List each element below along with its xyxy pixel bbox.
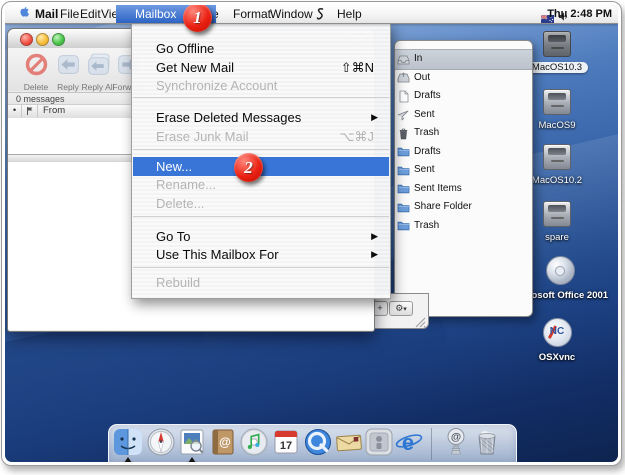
- svg-text:@: @: [219, 435, 231, 449]
- drawer-item-folder-drafts[interactable]: Drafts: [395, 143, 532, 162]
- apple-menu[interactable]: [17, 7, 30, 25]
- delete-icon: [24, 52, 49, 77]
- menu-bar: Mail File Edit View Message Mailbox Form…: [5, 5, 618, 24]
- folder-icon: [397, 145, 410, 158]
- dock-internet-explorer-icon[interactable]: e: [394, 427, 424, 457]
- page-icon: [397, 90, 410, 103]
- menu-bar-clock[interactable]: Thu 2:48 PM: [547, 5, 612, 23]
- menu-edit[interactable]: Edit: [80, 5, 101, 23]
- menu-format[interactable]: Format: [233, 5, 271, 23]
- reply-all-icon: [86, 52, 111, 77]
- sent-icon: [397, 108, 410, 121]
- hard-drive-icon: [543, 89, 571, 115]
- dock-address-book-icon[interactable]: @: [208, 427, 238, 457]
- dock-itunes-icon[interactable]: [239, 427, 269, 457]
- hard-drive-icon: [543, 144, 571, 170]
- drawer-item-sent[interactable]: Sent: [395, 106, 532, 125]
- folder-icon: [397, 182, 410, 195]
- folder-icon: [397, 219, 410, 232]
- close-button[interactable]: [20, 33, 33, 46]
- shortcut-get-new-mail: ⇧⌘N: [341, 58, 374, 77]
- menu-item-synchronize-account[interactable]: Synchronize Account: [133, 76, 389, 95]
- desktop: Delete Reply Reply All Forward 0 message…: [5, 5, 618, 462]
- shortcut-erase-junk-mail: ⌥⌘J: [340, 127, 374, 146]
- menu-file[interactable]: File: [60, 5, 79, 23]
- mailbox-drawer: In Out Drafts Sent Trash Drafts Sent Se: [394, 40, 533, 317]
- menu-item-rebuild[interactable]: Rebuild: [133, 273, 389, 292]
- dock-finder-icon[interactable]: [113, 427, 143, 457]
- reply-icon: [56, 52, 81, 77]
- caret-down-icon: ▾: [403, 306, 407, 313]
- drawer-item-folder-trash[interactable]: Trash: [395, 217, 532, 236]
- vnc-icon: NC: [543, 318, 572, 347]
- drawer-item-out[interactable]: Out: [395, 69, 532, 88]
- dock-separator: [431, 428, 432, 460]
- outbox-icon: [397, 71, 410, 84]
- drawer-item-drafts[interactable]: Drafts: [395, 87, 532, 106]
- drawer-item-trash[interactable]: Trash: [395, 124, 532, 143]
- dock-safari-icon[interactable]: [146, 427, 176, 457]
- cd-icon: [546, 256, 575, 285]
- dock-trash-icon[interactable]: [472, 427, 502, 457]
- menu-item-erase-junk-mail[interactable]: Erase Junk Mail⌥⌘J: [133, 127, 389, 146]
- hard-drive-icon: [543, 31, 571, 57]
- menu-item-get-new-mail[interactable]: Get New Mail⇧⌘N: [133, 58, 389, 77]
- zoom-button[interactable]: [52, 33, 65, 46]
- trash-icon: [397, 127, 410, 140]
- svg-text:@: @: [451, 431, 461, 443]
- hard-drive-icon: [543, 201, 571, 227]
- menu-separator: [133, 267, 389, 268]
- menu-mail[interactable]: Mail: [35, 5, 58, 23]
- folder-icon: [397, 164, 410, 177]
- menu-separator: [133, 216, 389, 217]
- menu-item-delete[interactable]: Delete...: [133, 194, 389, 213]
- running-indicator-icon: [124, 457, 132, 462]
- svg-text:e: e: [402, 430, 414, 455]
- column-read-dot[interactable]: •: [8, 105, 22, 118]
- dock-at-stand-icon[interactable]: @: [441, 427, 471, 457]
- inbox-icon: [397, 53, 410, 66]
- menu-item-use-this-mailbox-for[interactable]: Use This Mailbox For▶: [133, 245, 389, 264]
- menu-separator: [133, 97, 389, 98]
- drawer-item-folder-sent[interactable]: Sent: [395, 161, 532, 180]
- dock-mail-icon[interactable]: [334, 427, 364, 457]
- menu-item-go-to[interactable]: Go To▶: [133, 227, 389, 246]
- running-indicator-icon: [188, 457, 196, 462]
- dock-ical-icon[interactable]: 17: [271, 427, 301, 457]
- drawer-item-sent-items[interactable]: Sent Items: [395, 180, 532, 199]
- dock: @ 17 e @: [108, 424, 517, 462]
- submenu-arrow-icon: ▶: [371, 108, 378, 127]
- drawer-item-in[interactable]: In: [395, 49, 532, 70]
- menu-window[interactable]: Window: [270, 5, 313, 23]
- menu-item-erase-deleted-messages[interactable]: Erase Deleted Messages▶: [133, 108, 389, 127]
- menu-help[interactable]: Help: [337, 5, 362, 23]
- minimize-button[interactable]: [36, 33, 49, 46]
- folder-icon: [397, 201, 410, 214]
- desktop-icon-osxvnc[interactable]: NC OSXvnc: [512, 318, 602, 365]
- menu-separator: [133, 149, 389, 150]
- resize-grip-icon[interactable]: [415, 315, 426, 326]
- script-menu-icon[interactable]: [315, 7, 325, 25]
- dock-system-preferences-icon[interactable]: [364, 427, 394, 457]
- menu-item-rename[interactable]: Rename...: [133, 175, 389, 194]
- mailbox-action-button[interactable]: ⚙▾: [389, 301, 413, 316]
- submenu-arrow-icon: ▶: [371, 245, 378, 264]
- menu-item-go-offline[interactable]: Go Offline: [133, 39, 389, 58]
- column-flag[interactable]: [22, 105, 38, 118]
- submenu-arrow-icon: ▶: [371, 227, 378, 246]
- annotation-badge-2: 2: [234, 153, 263, 182]
- dock-preview-icon[interactable]: [177, 427, 207, 457]
- dock-quicktime-icon[interactable]: [303, 427, 333, 457]
- drawer-item-share-folder[interactable]: Share Folder: [395, 198, 532, 217]
- svg-text:17: 17: [280, 440, 292, 452]
- screenshot-frame: Delete Reply Reply All Forward 0 message…: [1, 1, 622, 466]
